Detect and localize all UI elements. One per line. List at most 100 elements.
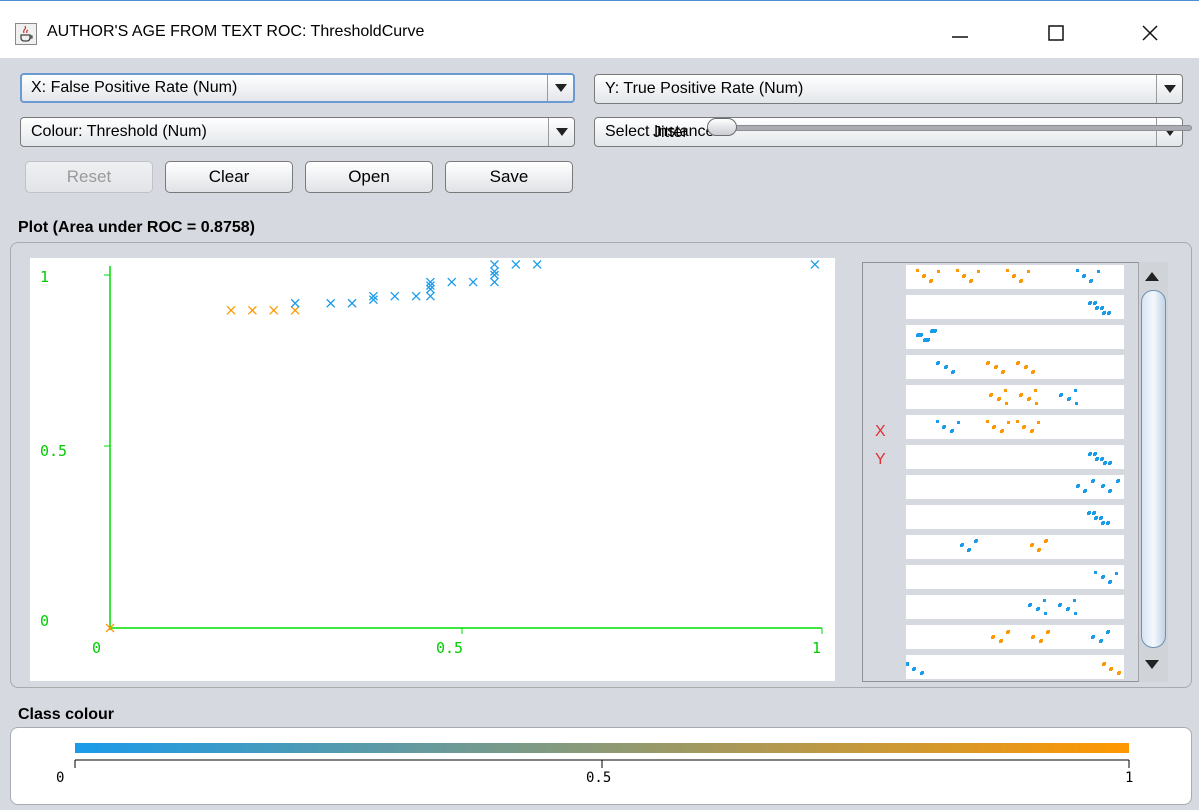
- jitter-slider-thumb[interactable]: [707, 118, 737, 136]
- mini-plot-strip[interactable]: [906, 535, 1124, 559]
- jitter-label: Jitter: [653, 124, 688, 141]
- mini-plot-point: [1019, 394, 1022, 397]
- mini-plot-point: [1089, 280, 1092, 283]
- x-tick-label-1: 1: [812, 639, 821, 657]
- mini-plot-strip[interactable]: [906, 355, 1124, 379]
- scroll-down-icon[interactable]: [1145, 660, 1159, 669]
- mini-plot-point: [1075, 402, 1078, 405]
- roc-point[interactable]: [347, 298, 357, 308]
- roc-point[interactable]: [511, 259, 521, 269]
- save-button[interactable]: Save: [445, 161, 573, 193]
- y-tick-label-0.5: 0.5: [40, 442, 67, 460]
- mini-plot-strip[interactable]: [906, 655, 1124, 679]
- roc-point[interactable]: [326, 298, 336, 308]
- mini-plot-point: [1095, 307, 1098, 310]
- mini-plot-point: [1016, 420, 1019, 423]
- mini-plot-point: [1022, 426, 1025, 429]
- maximize-icon[interactable]: [1036, 15, 1076, 51]
- mini-plot-strip[interactable]: [906, 325, 1124, 349]
- x-axis-select[interactable]: X: False Positive Rate (Num): [20, 73, 575, 103]
- roc-point[interactable]: [468, 277, 478, 287]
- roc-points: [105, 259, 820, 633]
- mini-plot-point: [936, 420, 939, 423]
- mini-plot-point: [1036, 608, 1039, 611]
- mini-plot-point: [1001, 371, 1004, 374]
- mini-plot-point: [1044, 540, 1047, 543]
- mini-plot-point: [1107, 312, 1110, 315]
- scrollbar-thumb[interactable]: [1141, 290, 1166, 648]
- roc-point[interactable]: [390, 291, 400, 301]
- mini-plot-point: [977, 270, 980, 273]
- roc-point[interactable]: [226, 305, 236, 315]
- jitter-slider-track[interactable]: [708, 125, 1192, 131]
- mini-plot-point: [937, 270, 940, 273]
- roc-point[interactable]: [490, 277, 499, 287]
- roc-point[interactable]: [269, 305, 279, 315]
- y-axis-select-value: Y: True Positive Rate (Num): [605, 80, 804, 97]
- mini-plot-point: [1108, 462, 1111, 465]
- mini-plot-strip[interactable]: [906, 295, 1124, 319]
- mini-plot-point: [942, 426, 945, 429]
- mini-plot-point: [1082, 275, 1085, 278]
- y-tick-label-1: 1: [40, 268, 49, 286]
- roc-point[interactable]: [425, 291, 435, 301]
- minimize-icon[interactable]: [940, 15, 980, 51]
- mini-plot-point: [916, 334, 919, 337]
- roc-point[interactable]: [810, 259, 820, 269]
- roc-point[interactable]: [411, 291, 421, 301]
- mini-plot-point: [1019, 280, 1022, 283]
- mini-plot-point: [1039, 640, 1042, 643]
- mini-plot-point: [1093, 453, 1096, 456]
- clear-button[interactable]: Clear: [165, 161, 293, 193]
- mini-plot-strip[interactable]: [906, 445, 1124, 469]
- mini-plot-strip[interactable]: [906, 475, 1124, 499]
- mini-plot-point: [1043, 599, 1046, 602]
- mini-plot-point: [1116, 480, 1119, 483]
- mini-plot-strip[interactable]: [906, 505, 1124, 529]
- mini-plot-point: [922, 275, 925, 278]
- roc-plot-svg: 1 0.5 0 0 0.5 1: [40, 259, 823, 657]
- mini-plots-scrollbar[interactable]: [1138, 262, 1168, 682]
- mini-plot-strip[interactable]: [906, 595, 1124, 619]
- mini-plot-strip[interactable]: [906, 385, 1124, 409]
- mini-plot-point: [916, 269, 919, 272]
- colour-select[interactable]: Colour: Threshold (Num): [20, 117, 575, 147]
- mini-plot-strip[interactable]: [906, 265, 1124, 289]
- mini-plot-point: [986, 362, 989, 365]
- roc-point[interactable]: [447, 277, 457, 287]
- mini-plot-point: [1027, 270, 1030, 273]
- mini-plot-strip[interactable]: [906, 415, 1124, 439]
- mini-plot-point: [1012, 275, 1015, 278]
- mini-plot-point: [920, 672, 923, 675]
- y-axis-select[interactable]: Y: True Positive Rate (Num): [594, 74, 1183, 104]
- mini-plot-point: [1102, 312, 1105, 315]
- mini-plot-point: [1100, 458, 1103, 461]
- x-tick-label-0: 0: [92, 639, 101, 657]
- roc-point[interactable]: [490, 259, 499, 269]
- scroll-up-icon[interactable]: [1145, 272, 1159, 281]
- roc-point[interactable]: [290, 298, 300, 308]
- roc-point[interactable]: [532, 259, 542, 269]
- reset-button[interactable]: Reset: [25, 161, 153, 193]
- mini-plot-point: [1109, 668, 1112, 671]
- mini-plot-point: [1004, 389, 1007, 392]
- roc-plot[interactable]: 1 0.5 0 0 0.5 1: [30, 258, 835, 681]
- mini-plot-point: [1000, 430, 1003, 433]
- roc-point[interactable]: [247, 305, 257, 315]
- roc-point[interactable]: [290, 305, 300, 315]
- mini-plot-point: [1059, 394, 1062, 397]
- close-icon[interactable]: [1130, 15, 1170, 51]
- mini-plot-point: [1106, 522, 1109, 525]
- mini-plot-strip[interactable]: [906, 565, 1124, 589]
- mini-plot-point: [1035, 402, 1038, 405]
- mini-plot-point: [1044, 612, 1047, 615]
- mini-plot-point: [1058, 604, 1061, 607]
- mini-plot-point: [944, 366, 947, 369]
- mini-plot-point: [1091, 636, 1094, 639]
- mini-plot-strip[interactable]: [906, 625, 1124, 649]
- mini-plot-point: [1016, 362, 1019, 365]
- mini-plot-point: [1103, 462, 1106, 465]
- open-button[interactable]: Open: [305, 161, 433, 193]
- mini-plot-point: [1031, 636, 1034, 639]
- attribute-mini-plots[interactable]: X Y: [862, 262, 1168, 682]
